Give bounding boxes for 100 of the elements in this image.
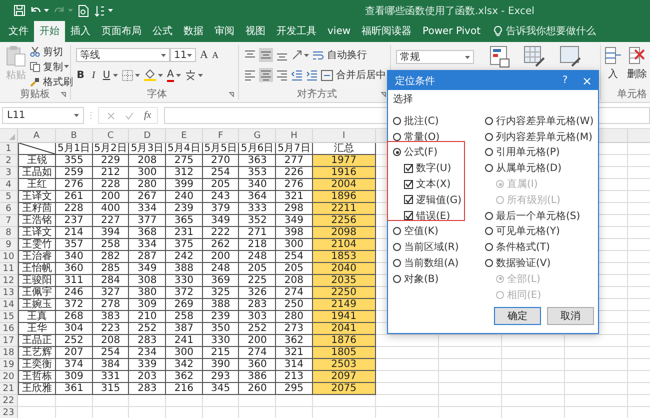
ribbon-tab[interactable]: 插入: [65, 21, 96, 42]
font-size-field[interactable]: 11: [170, 48, 196, 62]
wrap-text-icon[interactable]: [312, 50, 324, 60]
dialog-launcher-icon[interactable]: [381, 92, 386, 97]
cell-styles-icon[interactable]: [560, 46, 582, 68]
row-header[interactable]: 21: [0, 383, 18, 395]
wrap-text-button[interactable]: 自动换行: [327, 48, 367, 62]
row-header[interactable]: 13: [0, 287, 18, 299]
column-header[interactable]: G: [239, 129, 276, 143]
checkbox[interactable]: [404, 211, 413, 220]
caret-icon[interactable]: [176, 74, 181, 76]
format-painter-button[interactable]: 格式刷: [43, 74, 73, 88]
ribbon-tab[interactable]: 视图: [240, 21, 271, 42]
row-header[interactable]: 7: [0, 215, 18, 227]
scissors-icon[interactable]: [30, 46, 40, 56]
insert-function-button[interactable]: fx: [144, 110, 152, 121]
caret-icon[interactable]: [135, 74, 140, 76]
radio-button[interactable]: [393, 132, 401, 141]
radio-button[interactable]: [393, 148, 401, 156]
row-header[interactable]: 10: [0, 251, 18, 263]
caret-icon[interactable]: [158, 74, 163, 76]
fill-color-icon[interactable]: [144, 69, 156, 81]
table-format-icon[interactable]: [524, 46, 546, 68]
caret-icon[interactable]: [108, 9, 113, 12]
ribbon-tab[interactable]: 公式: [147, 21, 178, 42]
radio-button[interactable]: [485, 116, 493, 125]
phonetic-icon[interactable]: [184, 69, 196, 81]
row-header[interactable]: 3: [0, 167, 18, 179]
row-header[interactable]: 1: [0, 143, 18, 155]
row-header[interactable]: 19: [0, 359, 18, 371]
merge-icon[interactable]: [321, 70, 333, 80]
row-header[interactable]: 20: [0, 371, 18, 383]
save-icon[interactable]: [14, 5, 25, 16]
row-header[interactable]: 9: [0, 239, 18, 251]
radio-button[interactable]: [485, 259, 493, 268]
brush-icon[interactable]: [30, 76, 40, 86]
row-header[interactable]: 16: [0, 323, 18, 335]
column-header[interactable]: H: [276, 129, 313, 143]
ribbon-tab[interactable]: 福昕阅读器: [356, 21, 418, 42]
radio-button[interactable]: [485, 164, 493, 172]
bold-button[interactable]: B: [76, 70, 85, 80]
row-header[interactable]: 8: [0, 227, 18, 239]
row-header[interactable]: 11: [0, 263, 18, 275]
caret-icon[interactable]: [465, 56, 470, 58]
column-header[interactable]: F: [202, 129, 240, 143]
shrink-font-button[interactable]: A: [212, 50, 218, 60]
column-header[interactable]: D: [129, 129, 166, 143]
row-header[interactable]: 6: [0, 203, 18, 215]
delete-button[interactable]: 删除: [627, 67, 647, 81]
merge-center-button[interactable]: 合并后居中: [336, 68, 386, 82]
ribbon-tab[interactable]: 开发工具: [271, 21, 322, 42]
conditional-format-icon[interactable]: [490, 46, 510, 68]
insert-cells-icon[interactable]: [605, 47, 621, 65]
ribbon-tab[interactable]: 数据: [178, 21, 209, 42]
name-box[interactable]: L11: [2, 107, 84, 124]
radio-button[interactable]: [393, 274, 401, 283]
increase-indent-icon[interactable]: [306, 69, 318, 81]
radio-button[interactable]: [485, 227, 493, 236]
grow-font-button[interactable]: A: [200, 49, 208, 61]
ribbon-tab[interactable]: 开始: [34, 21, 65, 42]
caret-icon[interactable]: [74, 114, 79, 117]
ribbon-tab[interactable]: view: [322, 21, 356, 42]
font-color-button[interactable]: A: [167, 68, 174, 82]
radio-button[interactable]: [485, 243, 493, 252]
row-header[interactable]: 4: [0, 179, 18, 191]
column-header[interactable]: B: [56, 129, 93, 143]
row-header[interactable]: 22: [0, 395, 18, 407]
caret-icon[interactable]: [161, 54, 166, 56]
caret-icon[interactable]: [198, 74, 203, 76]
caret-icon[interactable]: [187, 54, 192, 56]
dialog-launcher-icon[interactable]: [61, 92, 66, 97]
align-center-icon[interactable]: [259, 68, 273, 82]
ribbon-tab[interactable]: 文件: [3, 21, 34, 42]
orientation-icon[interactable]: [291, 49, 303, 61]
caret-icon[interactable]: [304, 54, 309, 56]
column-header[interactable]: C: [92, 129, 130, 143]
row-header[interactable]: 12: [0, 275, 18, 287]
sort-icon[interactable]: [94, 4, 105, 16]
radio-button[interactable]: [393, 116, 401, 125]
number-format-field[interactable]: 常规: [396, 50, 474, 64]
italic-button[interactable]: I: [89, 70, 98, 80]
ribbon-tab[interactable]: 审阅: [209, 21, 240, 42]
column-header[interactable]: E: [166, 129, 203, 143]
delete-cells-icon[interactable]: [629, 47, 645, 65]
caret-icon[interactable]: [113, 74, 118, 76]
align-left-icon[interactable]: [244, 69, 256, 81]
help-button[interactable]: ?: [554, 75, 576, 86]
column-header[interactable]: I: [312, 129, 376, 143]
copy-button[interactable]: 复制: [43, 60, 63, 74]
insert-button[interactable]: 入: [608, 67, 618, 81]
row-header[interactable]: 2: [0, 155, 18, 167]
row-header[interactable]: 23: [0, 407, 18, 418]
caret-icon[interactable]: [64, 65, 69, 68]
ribbon-tab[interactable]: 页面布局: [96, 21, 147, 42]
tell-me-field[interactable]: 告诉我你想要做什么: [506, 21, 596, 42]
ribbon-tab[interactable]: Power Pivot: [417, 21, 486, 42]
lightbulb-icon[interactable]: [494, 26, 502, 37]
radio-button[interactable]: [393, 227, 401, 236]
dialog-launcher-icon[interactable]: [229, 92, 234, 97]
decrease-indent-icon[interactable]: [291, 69, 303, 81]
